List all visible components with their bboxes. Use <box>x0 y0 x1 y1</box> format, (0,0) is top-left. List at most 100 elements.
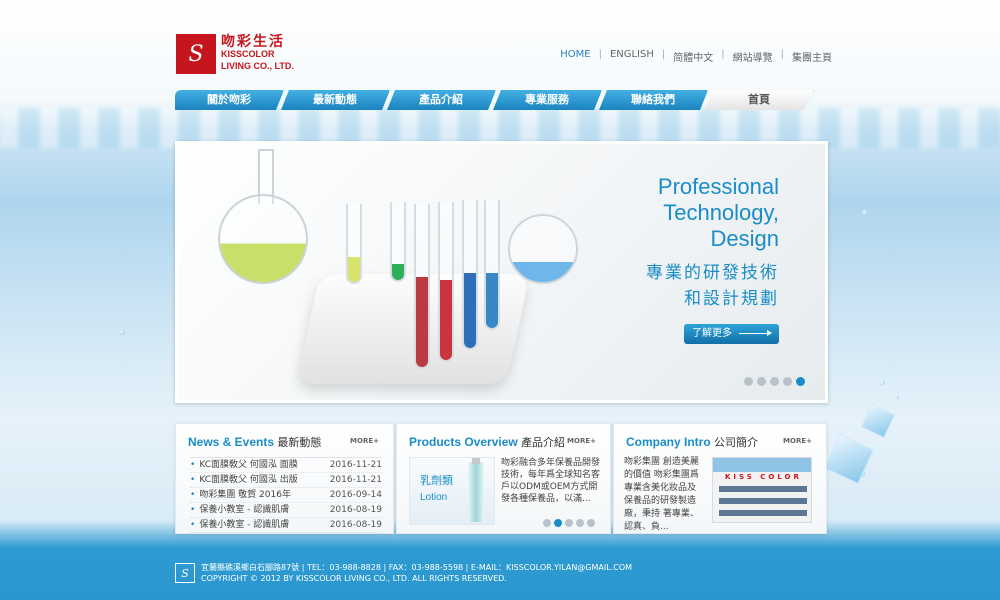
learn-more-label: 了解更多 <box>692 328 732 339</box>
ice-cube <box>823 433 875 485</box>
products-description: 吻彩融合多年保養品開發技術，每年爲全球知名客戶以ODM或OEM方式開發各種保養品… <box>501 458 601 504</box>
topnav-group-home[interactable]: 集團主頁 <box>792 49 832 64</box>
product-category-cn: 乳劑類 <box>420 474 453 487</box>
bubble <box>895 395 899 399</box>
product-dot-active[interactable] <box>554 519 562 527</box>
nav-about[interactable]: 關於吻彩 <box>175 90 284 110</box>
test-tube <box>438 202 454 362</box>
building-window-row <box>719 498 807 504</box>
products-heading: Products Overview 產品介紹 <box>409 434 565 450</box>
company-title-cn: 公司簡介 <box>714 436 759 449</box>
news-item[interactable]: 吻彩集團 敬賀 2016年 2016-09-14 <box>190 488 382 503</box>
banner-title-line: Professional <box>657 174 779 199</box>
building-window-row <box>719 510 807 516</box>
arrow-right-icon <box>739 330 772 336</box>
footer-text: 宜蘭縣礁溪鄉白石腳路87號 | TEL：03-988-8828 | FAX：03… <box>201 562 632 584</box>
test-tube <box>462 200 478 350</box>
company-heading: Company Intro 公司簡介 <box>626 434 758 450</box>
product-image-lotion[interactable]: 乳劑類 Lotion <box>409 457 495 525</box>
news-title-cn: 最新動態 <box>277 436 322 449</box>
news-item-title: 吻彩集團 敬賀 2016年 <box>190 488 291 502</box>
news-heading: News & Events 最新動態 <box>188 434 321 450</box>
news-item-date: 2016-11-21 <box>329 475 382 485</box>
nav-services[interactable]: 專業服務 <box>493 90 602 110</box>
news-list: KC面膜敎父 何國泓 面膜 2016-11-21 KC面膜敎父 何國泓 出版 201… <box>190 457 382 533</box>
company-panel: Company Intro 公司簡介 MORE+ 吻彩集團 創造美麗的價值 吻彩… <box>613 423 827 534</box>
topnav-home[interactable]: HOME <box>560 49 590 64</box>
topnav-simplified-chinese[interactable]: 简體中文 <box>673 49 713 64</box>
news-item-title: 保養小教室 - 認識肌膚 <box>190 503 289 517</box>
separator: | <box>721 49 725 60</box>
separator: | <box>780 49 784 60</box>
product-dot[interactable] <box>565 519 573 527</box>
ice-cube <box>860 403 896 439</box>
footer-copyright: COPYRIGHT © 2012 BY KISSCOLOR LIVING CO.… <box>201 574 507 583</box>
news-item[interactable]: 保養小教室 - 認識肌膚 2016-08-19 <box>190 518 382 533</box>
lotion-bottle-icon <box>468 458 484 522</box>
nav-products[interactable]: 產品介紹 <box>387 90 496 110</box>
footer: S 宜蘭縣礁溪鄉白石腳路87號 | TEL：03-988-8828 | FAX：… <box>175 562 632 584</box>
separator: | <box>598 49 602 60</box>
top-nav: HOME | ENGLISH | 简體中文 | 網站導覽 | 集團主頁 <box>560 49 832 64</box>
test-tube <box>484 200 500 330</box>
topnav-english[interactable]: ENGLISH <box>610 49 654 64</box>
test-tube <box>346 204 362 284</box>
nav-home[interactable]: 首頁 <box>705 90 814 110</box>
banner-title: Professional Technology, Design <box>658 174 779 252</box>
product-category-en: Lotion <box>420 492 448 503</box>
brand-logo[interactable]: S 吻彩生活 KISSCOLOR LIVING CO., LTD. <box>176 34 294 74</box>
news-item[interactable]: 保養小教室 - 認識肌膚 2016-08-19 <box>190 503 382 518</box>
bubble <box>120 330 125 335</box>
news-item-title: KC面膜敎父 何國泓 面膜 <box>190 458 297 472</box>
brand-name-en-2: LIVING CO., LTD. <box>221 61 294 71</box>
flask-illustration <box>218 194 308 284</box>
product-dot[interactable] <box>587 519 595 527</box>
news-item[interactable]: KC面膜敎父 何國泓 出版 2016-11-21 <box>190 473 382 488</box>
company-more-link[interactable]: MORE+ <box>783 437 812 445</box>
separator: | <box>661 49 666 60</box>
products-title-cn: 產品介紹 <box>521 436 566 449</box>
bubble <box>880 380 885 385</box>
news-item-title: KC面膜敎父 何國泓 出版 <box>190 473 297 487</box>
slider-dot[interactable] <box>757 377 766 386</box>
nav-contact[interactable]: 聯絡我們 <box>599 90 708 110</box>
news-more-link[interactable]: MORE+ <box>350 437 379 445</box>
banner-title-line: Technology, <box>663 200 779 225</box>
topnav-sitemap[interactable]: 網站導覽 <box>733 49 773 64</box>
company-description: 吻彩集團 創造美麗的價值 吻彩集團爲專業含美化妝品及保養品的研發製造廠，秉持 著… <box>624 457 699 532</box>
company-title-en: Company Intro <box>626 435 711 449</box>
banner-cn-line: 和設計規劃 <box>684 289 779 309</box>
news-item-date: 2016-08-19 <box>329 520 382 530</box>
slider-dot-active[interactable] <box>796 377 805 386</box>
slider-dot[interactable] <box>744 377 753 386</box>
news-panel: News & Events 最新動態 MORE+ KC面膜敎父 何國泓 面膜 20… <box>175 423 394 534</box>
hero-banner: Professional Technology, Design 專業的研發技術 … <box>175 141 828 403</box>
product-dot[interactable] <box>543 519 551 527</box>
products-panel: Products Overview 產品介紹 MORE+ 乳劑類 Lotion … <box>396 423 611 534</box>
building-sign: KISS COLOR <box>725 473 802 481</box>
nav-news[interactable]: 最新動態 <box>281 90 390 110</box>
logo-text: 吻彩生活 KISSCOLOR LIVING CO., LTD. <box>221 34 294 72</box>
logo-mark-icon: S <box>176 34 216 74</box>
slider-pagination <box>744 377 805 386</box>
product-dot[interactable] <box>576 519 584 527</box>
banner-cn-line: 專業的研發技術 <box>646 263 779 283</box>
news-item-date: 2016-11-21 <box>329 460 382 470</box>
products-pagination <box>543 519 595 527</box>
news-item[interactable]: KC面膜敎父 何國泓 面膜 2016-11-21 <box>190 458 382 473</box>
brand-name-cn: 吻彩生活 <box>221 34 285 50</box>
building-window-row <box>719 486 807 492</box>
slider-dot[interactable] <box>783 377 792 386</box>
banner-title-line: Design <box>710 226 779 251</box>
footer-contact: 宜蘭縣礁溪鄉白石腳路87號 | TEL：03-988-8828 | FAX：03… <box>201 563 633 572</box>
learn-more-button[interactable]: 了解更多 <box>684 324 779 344</box>
banner-subtitle-cn: 專業的研發技術 和設計規劃 <box>646 260 779 312</box>
news-item-title: 保養小教室 - 認識肌膚 <box>190 518 289 532</box>
test-tube <box>414 204 430 369</box>
slider-dot[interactable] <box>770 377 779 386</box>
products-more-link[interactable]: MORE+ <box>567 437 596 445</box>
test-tube <box>390 202 406 282</box>
news-item-date: 2016-08-19 <box>329 505 382 515</box>
company-building-image[interactable]: KISS COLOR <box>712 457 812 523</box>
footer-logo-icon: S <box>175 563 195 583</box>
